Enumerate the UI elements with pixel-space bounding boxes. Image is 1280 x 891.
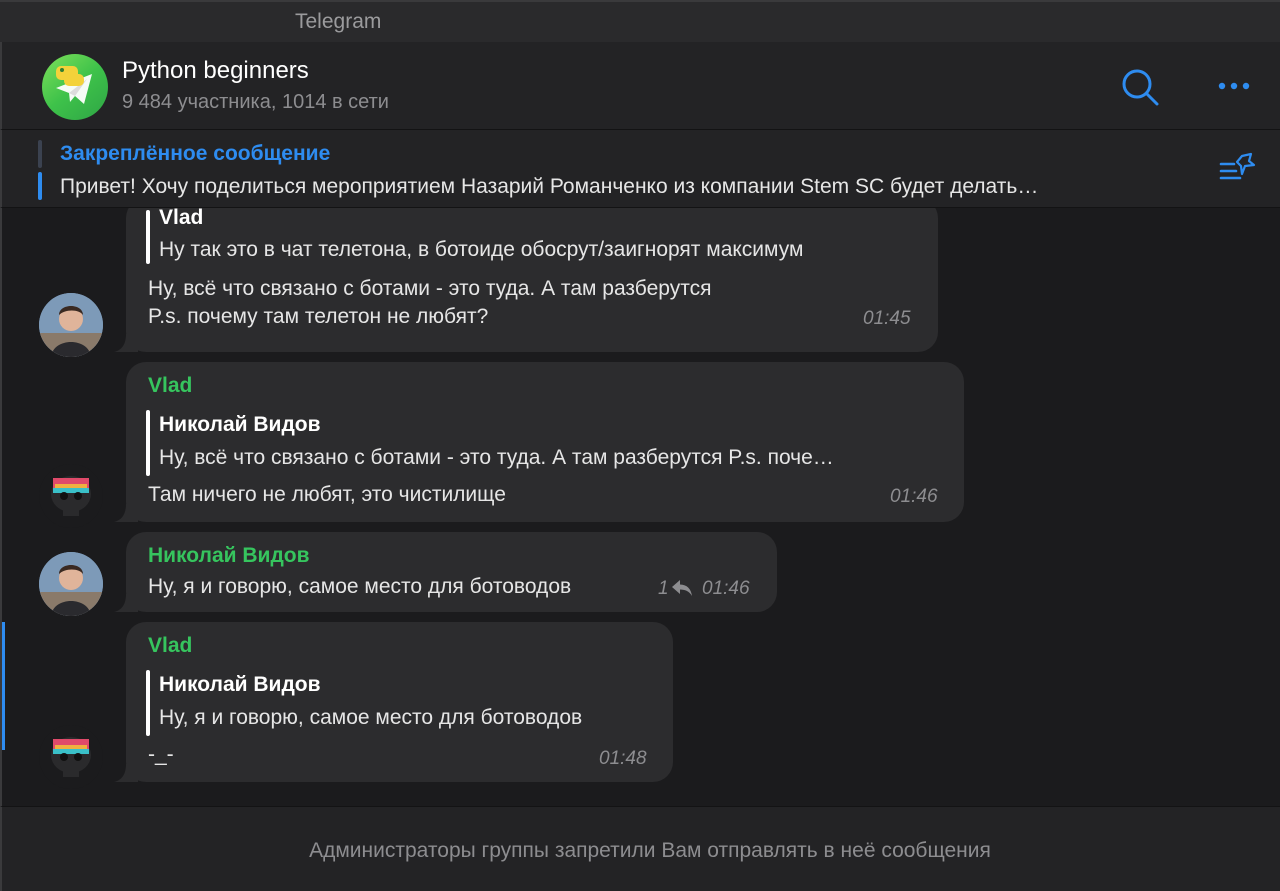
skull-avatar-icon bbox=[39, 725, 103, 789]
avatar-vlad[interactable] bbox=[39, 725, 103, 789]
unread-indicator bbox=[2, 622, 5, 750]
group-name[interactable]: Python beginners bbox=[122, 57, 309, 85]
message-bubble[interactable]: Vlad Ну так это в чат телетона, в ботоид… bbox=[114, 208, 938, 352]
message-time: 01:45 bbox=[863, 308, 911, 329]
avatar-nikolay[interactable] bbox=[39, 552, 103, 616]
search-icon bbox=[1122, 69, 1159, 106]
message-sender[interactable]: Vlad bbox=[148, 634, 192, 658]
bubble-tail-icon bbox=[114, 504, 138, 522]
more-button[interactable] bbox=[1214, 76, 1254, 101]
window-titlebar: Telegram bbox=[0, 0, 1280, 42]
message-sender[interactable]: Николай Видов bbox=[148, 544, 310, 568]
message-text-line: Ну, всё что связано с ботами - это туда.… bbox=[148, 277, 712, 300]
message-bubble[interactable]: Николай Видов Ну, я и говорю, самое мест… bbox=[114, 532, 777, 612]
message-list[interactable]: Vlad Ну так это в чат телетона, в ботоид… bbox=[0, 208, 1280, 806]
pinned-list-icon bbox=[1219, 152, 1256, 180]
reply-arrow-icon[interactable] bbox=[671, 578, 693, 598]
person-photo-icon bbox=[39, 293, 103, 357]
reply-text[interactable]: Ну так это в чат телетона, в ботоиде обо… bbox=[159, 238, 919, 262]
reply-text[interactable]: Ну, я и говорю, самое место для ботоводо… bbox=[159, 706, 659, 730]
restriction-text: Администраторы группы запретили Вам отпр… bbox=[309, 839, 991, 862]
reply-quote-bar bbox=[146, 670, 150, 736]
more-dots-icon bbox=[1218, 82, 1250, 90]
pinned-title: Закреплённое сообщение bbox=[60, 142, 331, 165]
window-title: Telegram bbox=[295, 10, 382, 33]
message-time: 01:46 bbox=[890, 486, 938, 507]
bubble-tail-icon bbox=[114, 594, 138, 612]
reply-author[interactable]: Николай Видов bbox=[159, 413, 321, 437]
message-time: 01:48 bbox=[599, 748, 647, 769]
reply-quote-bar bbox=[146, 210, 150, 264]
skull-avatar-icon bbox=[39, 464, 103, 528]
search-button[interactable] bbox=[1120, 67, 1160, 112]
reply-author[interactable]: Николай Видов bbox=[159, 673, 321, 697]
message-sender[interactable]: Vlad bbox=[148, 374, 192, 398]
message-time: 01:46 bbox=[702, 578, 750, 599]
message-bubble[interactable]: Vlad Николай Видов Ну, всё что связано с… bbox=[114, 362, 964, 522]
pin-indicator-active bbox=[38, 172, 42, 200]
avatar-vlad[interactable] bbox=[39, 464, 103, 528]
message-text-line: Там ничего не любят, это чистилище bbox=[148, 483, 506, 506]
pinned-message-bar[interactable]: Закреплённое сообщение Привет! Хочу поде… bbox=[0, 130, 1280, 208]
message-text-line: -_- bbox=[148, 743, 174, 766]
group-member-count: 9 484 участника, 1014 в сети bbox=[122, 91, 389, 113]
pin-indicator-inactive bbox=[38, 140, 42, 168]
group-avatar[interactable] bbox=[42, 54, 108, 120]
bubble-tail-icon bbox=[114, 764, 138, 782]
person-photo-icon bbox=[39, 552, 103, 616]
message-bubble[interactable]: Vlad Николай Видов Ну, я и говорю, самое… bbox=[114, 622, 673, 782]
message-text-line: Ну, я и говорю, самое место для ботоводо… bbox=[148, 575, 572, 598]
pinned-list-button[interactable] bbox=[1218, 150, 1260, 191]
composer-disabled-notice: Администраторы группы запретили Вам отпр… bbox=[0, 806, 1280, 891]
chat-header: Python beginners 9 484 участника, 1014 в… bbox=[0, 42, 1280, 130]
bubble-tail-icon bbox=[114, 334, 138, 352]
reply-text[interactable]: Ну, всё что связано с ботами - это туда.… bbox=[159, 446, 943, 470]
reply-quote-bar bbox=[146, 410, 150, 476]
python-plane-logo-icon bbox=[56, 66, 92, 104]
message-text-line: P.s. почему там телетон не любят? bbox=[148, 305, 489, 328]
avatar-nikolay[interactable] bbox=[39, 293, 103, 357]
reply-author[interactable]: Vlad bbox=[159, 208, 203, 230]
replies-count[interactable]: 1 bbox=[658, 578, 669, 600]
pinned-text: Привет! Хочу поделиться мероприятием Наз… bbox=[60, 175, 1039, 198]
